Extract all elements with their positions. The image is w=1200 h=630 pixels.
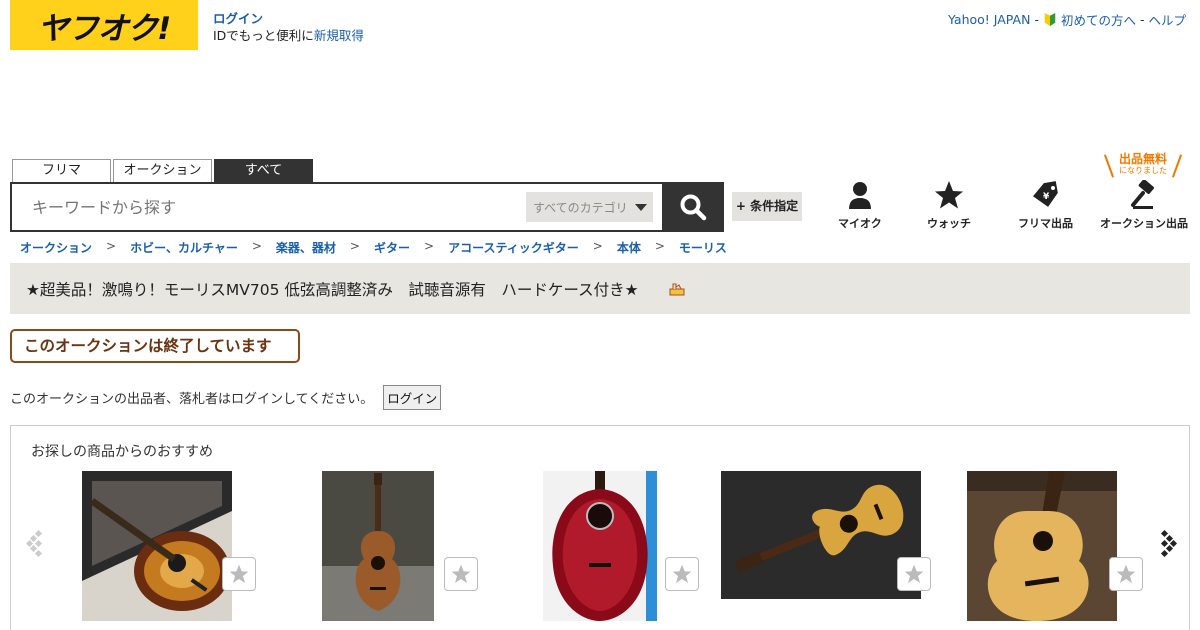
free-listing-main: 出品無料 [1118,152,1167,166]
recommendations-panel: お探しの商品からのおすすめ [10,425,1190,630]
link-separator: - [1139,12,1145,27]
gavel-icon [1131,180,1154,209]
id-prompt-text: IDでもっと便利に [213,28,314,43]
breadcrumb-item[interactable]: 本体 [617,239,641,256]
nav-auction-sell[interactable]: オークション出品 [1100,180,1188,231]
search-button[interactable] [662,182,724,232]
breadcrumb-separator: > [349,239,360,253]
free-listing-badge: 出品無料 になりました [1102,152,1184,178]
star-icon [1116,564,1136,583]
star-icon [229,564,249,583]
breadcrumb-separator: > [654,239,665,253]
breadcrumb-separator: > [106,239,117,253]
breadcrumb-separator: > [251,239,262,253]
auction-ended-badge: このオークションは終了しています [10,329,300,363]
breadcrumb-item[interactable]: 楽器、器材 [276,239,336,256]
red-ovation-style-guitar[interactable] [543,471,657,621]
new-item-icon [669,283,685,295]
nav-watch-label: ウォッチ [927,217,971,230]
watch-button[interactable] [444,557,478,591]
top-links: Yahoo! JAPAN - 初めての方へ - ヘルプ [948,10,1186,29]
search-box: すべてのカテゴリ [10,182,724,232]
breadcrumb-separator: > [424,239,435,253]
nav-myauc[interactable]: マイオク [838,180,882,231]
logo-text: ヤフオク! [37,10,172,47]
search-icon [680,194,707,221]
first-time-link[interactable]: 初めての方へ [1061,10,1136,29]
login-notice: このオークションの出品者、落札者はログインしてください。 ログイン [10,385,442,410]
natural-dreadnought-guitar-lying[interactable] [721,471,921,599]
svg-text:¥: ¥ [1043,192,1050,202]
sunburst-acoustic-guitar-in-case[interactable] [82,471,232,621]
breadcrumb-item[interactable]: モーリス [679,239,727,256]
chevron-down-icon [634,203,647,211]
breadcrumb-item[interactable]: アコースティックギター [448,239,579,256]
brown-acoustic-guitar-standing[interactable] [322,471,434,621]
carousel-next-icon[interactable] [1159,529,1177,557]
recommendations-heading: お探しの商品からのおすすめ [31,444,213,460]
tab-furima[interactable]: フリマ [12,159,111,182]
yahoo-japan-link[interactable]: Yahoo! JAPAN [948,12,1030,27]
price-tag-icon: ¥ [1032,181,1058,207]
yahuoku-logo[interactable]: ヤフオク! [10,0,198,50]
watch-button[interactable] [1109,557,1143,591]
watch-button[interactable] [222,557,256,591]
beginner-mark-icon [1044,12,1056,26]
breadcrumb: オークション > ホビー、カルチャー > 楽器、器材 > ギター > アコーステ… [20,239,727,256]
help-link[interactable]: ヘルプ [1148,10,1186,29]
login-link[interactable]: ログイン [213,10,364,27]
tab-auction[interactable]: オークション [113,159,212,182]
condition-button[interactable]: + 条件指定 [732,192,802,221]
item-title-bar: ★超美品！激鳴り！モーリスMV705 低弦高調整済み 試聴音源有 ハードケース付… [10,263,1190,314]
watch-button[interactable] [665,557,699,591]
breadcrumb-item[interactable]: ギター [374,239,410,256]
star-icon [451,564,471,583]
search-tabs: フリマ オークション すべて [12,159,313,182]
carousel-prev-icon[interactable] [26,529,44,557]
login-notice-text: このオークションの出品者、落札者はログインしてください。 [10,392,374,407]
register-link[interactable]: 新規取得 [314,28,364,43]
nav-myauc-label: マイオク [838,217,882,230]
category-select-label: すべてのカテゴリ [533,200,628,215]
nav-furima-sell-label: フリマ出品 [1018,217,1073,230]
star-icon [935,181,963,209]
natural-dreadnought-guitar-closeup[interactable] [967,471,1117,621]
link-separator: - [1034,12,1039,27]
item-title: ★超美品！激鳴り！モーリスMV705 低弦高調整済み 試聴音源有 ハードケース付… [26,280,639,299]
tab-all[interactable]: すべて [214,159,313,182]
category-select[interactable]: すべてのカテゴリ [526,192,653,222]
login-button[interactable]: ログイン [383,385,442,410]
nav-watch[interactable]: ウォッチ [927,180,971,231]
star-icon [904,564,924,583]
person-icon [848,182,871,209]
breadcrumb-separator: > [592,239,603,253]
watch-button[interactable] [897,557,931,591]
login-box: ログイン IDでもっと便利に新規取得 [213,10,364,44]
nav-auction-sell-label: オークション出品 [1100,217,1188,230]
breadcrumb-item[interactable]: ホビー、カルチャー [130,239,238,256]
nav-furima-sell[interactable]: ¥ フリマ出品 [1018,180,1073,231]
star-icon [672,564,692,583]
breadcrumb-item[interactable]: オークション [20,239,92,256]
